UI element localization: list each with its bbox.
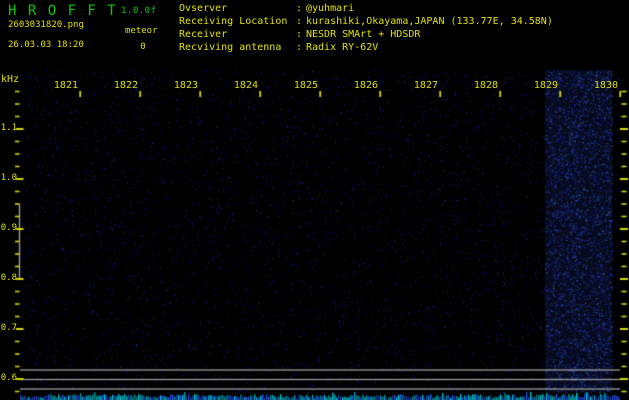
time-tick-label: 1826: [353, 80, 378, 91]
meteor-count-value: 0: [140, 42, 146, 52]
capture-datetime: 26.03.03 18:20: [8, 40, 84, 50]
info-label: Receiving Location: [179, 16, 288, 27]
info-row-location: Receiving Location: kurashiki,Okayama,JAP…: [179, 15, 553, 28]
info-row-receiver: Receiver: NESDR SMArt + HDSDR: [179, 28, 553, 41]
info-value: NESDR SMArt + HDSDR: [306, 29, 421, 40]
info-label: Receiver: [179, 29, 228, 40]
output-filename: 2603031820.png: [8, 20, 84, 30]
info-colon: :: [296, 42, 303, 53]
info-row-observer: Ovserver: @yuhmari: [179, 2, 553, 15]
time-tick-label: 1830: [593, 80, 618, 91]
time-tick-label: 1823: [173, 80, 198, 91]
info-label: Recviving antenna: [179, 42, 282, 53]
hrofft-output-screen: H R O F F T 1.0.0f 2603031820.png meteor…: [0, 0, 629, 400]
spectrogram-canvas: [0, 0, 629, 400]
time-tick-label: 1827: [413, 80, 438, 91]
info-colon: :: [296, 29, 303, 40]
freq-tick-label: 0.7: [0, 323, 17, 333]
freq-tick-label: 0.8: [0, 273, 17, 283]
freq-tick-label: 1.1: [0, 123, 17, 133]
app-version: 1.0.0f: [121, 6, 157, 16]
freq-tick-label: 0.9: [0, 223, 17, 233]
info-value: Radix RY-62V: [306, 42, 379, 53]
app-title: H R O F F T: [8, 3, 118, 19]
time-tick-label: 1825: [293, 80, 318, 91]
info-row-antenna: Recviving antenna: Radix RY-62V: [179, 41, 553, 54]
freq-tick-label: 1.0: [0, 173, 17, 183]
info-value: kurashiki,Okayama,JAPAN (133.77E, 34.58N…: [306, 16, 553, 27]
station-info-block: Ovserver: @yuhmari Receiving Location: kur…: [179, 2, 553, 54]
info-label: Ovserver: [179, 3, 228, 14]
time-tick-label: 1824: [233, 80, 258, 91]
time-tick-label: 1828: [473, 80, 498, 91]
info-value: @yuhmari: [306, 3, 355, 14]
info-colon: :: [296, 16, 303, 27]
time-tick-label: 1822: [113, 80, 138, 91]
time-tick-label: 1829: [533, 80, 558, 91]
freq-tick-label: 0.6: [0, 373, 17, 383]
freq-axis-unit: kHz: [1, 74, 20, 85]
time-tick-label: 1821: [53, 80, 78, 91]
meteor-count-label: meteor: [125, 26, 158, 36]
info-colon: :: [296, 3, 303, 14]
